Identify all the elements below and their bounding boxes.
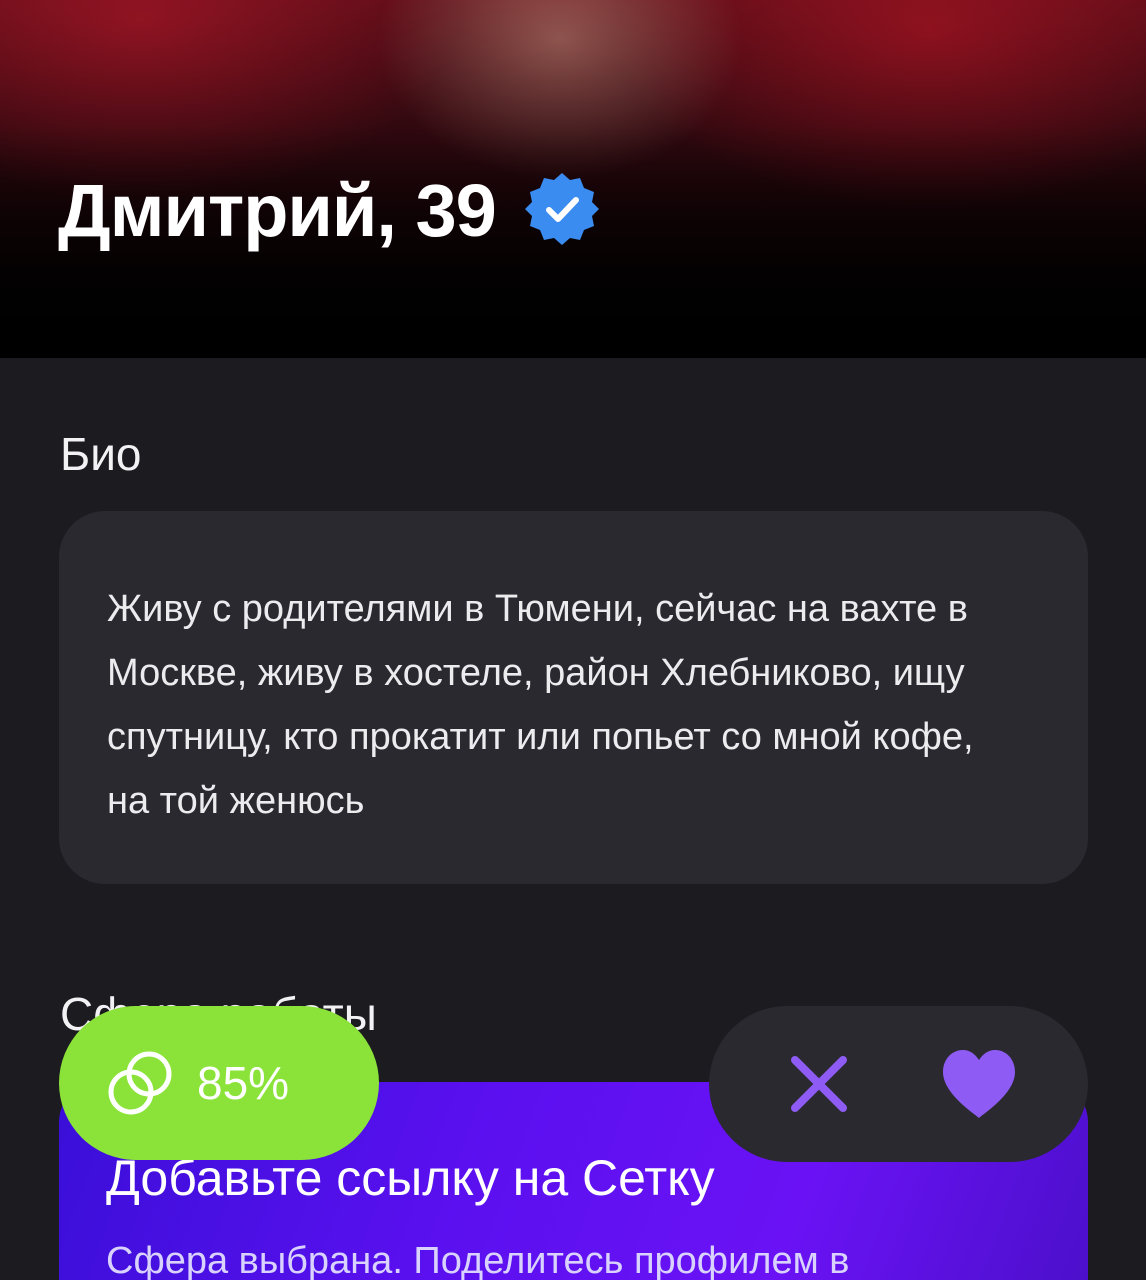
promo-subtitle: Сфера выбрана. Поделитесь профилем в bbox=[106, 1240, 850, 1280]
verified-badge-icon bbox=[524, 173, 599, 245]
profile-header: Дмитрий, 39 bbox=[58, 166, 602, 256]
match-value: 85% bbox=[197, 1057, 290, 1109]
heart-icon bbox=[943, 1050, 1015, 1118]
close-icon bbox=[791, 1056, 847, 1112]
rings-icon bbox=[108, 1051, 172, 1115]
bio-heading: Био bbox=[60, 428, 142, 480]
action-bar bbox=[709, 1006, 1088, 1162]
like-button[interactable] bbox=[929, 1034, 1029, 1134]
profile-photo[interactable]: Дмитрий, 39 bbox=[0, 0, 1146, 358]
match-percentage-badge[interactable]: 85% bbox=[59, 1006, 379, 1160]
dislike-button[interactable] bbox=[769, 1034, 869, 1134]
profile-name-age: Дмитрий, 39 bbox=[58, 169, 497, 252]
bio-card: Живу с родителями в Тюмени, сейчас на ва… bbox=[59, 511, 1088, 884]
bio-text: Живу с родителями в Тюмени, сейчас на ва… bbox=[107, 588, 974, 822]
